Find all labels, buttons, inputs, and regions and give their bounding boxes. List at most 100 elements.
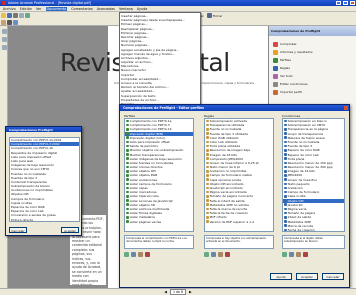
close-button[interactable]	[350, 1, 355, 5]
menu-comentarios[interactable]: Comentarios	[71, 7, 93, 11]
small-dialog-cancel-button[interactable]: Cancelar	[9, 227, 27, 233]
task-pane-item[interactable]: Informes y resultados	[273, 48, 354, 56]
rule-icon	[206, 165, 209, 169]
conditions-list[interactable]: Sobreimpresión en blanco Sobreimpresión e…	[282, 118, 345, 232]
menu-edicion[interactable]: Edición	[20, 7, 32, 11]
condition-icon	[284, 211, 287, 215]
big-dialog-close-button[interactable]	[344, 106, 348, 110]
new-condition-icon[interactable]	[282, 252, 287, 257]
rule-icon	[206, 216, 209, 219]
bookmarks-tab-icon[interactable]	[1, 37, 7, 42]
profiles-list[interactable]: Cumplimiento con PDF/X-1a Cumplimiento co…	[124, 118, 194, 232]
profile-icon	[126, 165, 129, 169]
maximize-button[interactable]	[343, 1, 348, 5]
conditions-toolbar	[282, 252, 308, 257]
task-pane-item-label: Informes y resultados	[280, 50, 313, 54]
menu-ventana[interactable]: Ventana	[119, 7, 133, 11]
rule-icon	[206, 207, 209, 211]
rule-icon	[206, 190, 209, 194]
minimize-button[interactable]	[336, 1, 341, 5]
rule-icon	[206, 136, 209, 140]
new-rule-icon[interactable]	[204, 252, 209, 257]
zoom-in-icon[interactable]	[13, 19, 18, 25]
task-pane-item[interactable]: Reglas	[273, 64, 354, 72]
condition-icon	[284, 174, 287, 177]
hand-tool-icon[interactable]	[1, 19, 6, 25]
rule-icon	[206, 211, 209, 215]
small-dialog-ok-button[interactable]: Aceptar	[61, 227, 79, 233]
profile-icon	[126, 132, 129, 135]
last-page-icon[interactable]: ▶	[189, 290, 192, 294]
rule-icon	[206, 161, 209, 165]
delete-condition-icon[interactable]	[303, 252, 308, 257]
condition-icon	[284, 140, 287, 144]
condition-icon	[284, 216, 287, 219]
select-tool-icon[interactable]	[7, 19, 12, 25]
task-pane-item[interactable]: Importar perfil	[273, 88, 354, 96]
edit-condition-icon[interactable]	[289, 252, 294, 257]
condition-icon	[284, 123, 287, 127]
small-dialog-titlebar: Comprobaciones Preflight	[6, 127, 81, 132]
email-icon[interactable]	[19, 13, 24, 18]
small-dialog-title: Comprobaciones Preflight	[9, 127, 53, 132]
big-dialog-help-button[interactable]: Ayuda	[270, 273, 292, 280]
rule-icon	[206, 195, 209, 198]
condition-icon	[284, 119, 287, 123]
condition-icon	[284, 132, 287, 135]
condition-icon	[284, 153, 287, 156]
menu-archivo[interactable]: Archivo	[3, 7, 16, 11]
condition-icon	[284, 203, 287, 207]
task-pane-item-label: Reglas	[280, 66, 290, 70]
big-dialog-ok-button[interactable]: Aceptar	[296, 273, 318, 280]
task-item-icon	[273, 73, 278, 79]
delete-profile-icon[interactable]	[145, 252, 150, 257]
condition-icon	[284, 157, 287, 160]
signatures-tab-icon[interactable]	[1, 45, 7, 50]
page-indicator[interactable]: 1 de 8	[169, 289, 187, 295]
pages-tab-icon[interactable]	[1, 29, 7, 34]
rule-icon	[206, 119, 209, 123]
first-page-icon[interactable]: ◀	[164, 290, 167, 294]
small-dialog-list[interactable]: Cumplimiento con PDF/X-1a:2001 Cumplimien…	[9, 137, 80, 222]
print-icon[interactable]	[13, 13, 18, 18]
profile-item-label: Listar páginas vacías	[129, 219, 162, 224]
condition-icon	[284, 149, 287, 152]
rule-description: Comprueba si hay objetos con sobreimpres…	[204, 235, 274, 249]
task-pane-item-label: Importar perfil	[280, 90, 302, 94]
profile-item[interactable]: Listar páginas vacías	[125, 220, 193, 224]
menu-avanzadas[interactable]: Avanzadas	[97, 7, 115, 11]
open-icon[interactable]	[1, 13, 6, 18]
task-pane-item[interactable]: Comprobar	[273, 40, 354, 48]
screenshot: Adobe Acrobat Professional - [Revista di…	[0, 0, 356, 295]
edit-profile-icon[interactable]	[131, 252, 136, 257]
profile-icon	[126, 161, 129, 165]
profile-icon	[126, 211, 129, 215]
duplicate-profile-icon[interactable]	[138, 252, 143, 257]
rule-item[interactable]: Versión de PDF superior a 1.4	[205, 220, 273, 224]
search-icon[interactable]	[25, 13, 30, 18]
rule-icon	[206, 178, 209, 181]
task-pane-item[interactable]: Editar condiciones	[273, 80, 354, 88]
task-pane-item[interactable]: Ver todo	[273, 72, 354, 80]
duplicate-rule-icon[interactable]	[218, 252, 223, 257]
task-pane-item[interactable]: Perfiles	[273, 56, 354, 64]
menu-ayuda[interactable]: Ayuda	[137, 7, 147, 11]
big-dialog-cancel-button[interactable]: Cancelar	[322, 273, 344, 280]
rules-list[interactable]: Sobreimpresión activada Transparencia uti…	[204, 118, 274, 232]
save-icon[interactable]	[7, 13, 12, 18]
profile-icon	[126, 220, 129, 223]
status-bar: ◀ 1 de 8 ▶	[0, 288, 356, 295]
sign-button[interactable]: Firmar	[206, 13, 224, 19]
condition-icon	[284, 199, 287, 202]
rule-icon	[206, 220, 209, 223]
new-profile-icon[interactable]	[124, 252, 129, 257]
edit-rule-icon[interactable]	[211, 252, 216, 257]
rule-icon	[206, 132, 209, 135]
menu-documento[interactable]: Documento	[45, 6, 68, 11]
menu-ver[interactable]: Ver	[36, 7, 42, 11]
duplicate-condition-icon[interactable]	[296, 252, 301, 257]
condition-icon	[284, 224, 287, 227]
delete-rule-icon[interactable]	[225, 252, 230, 257]
rule-icon	[206, 149, 209, 152]
profile-icon	[126, 140, 129, 144]
